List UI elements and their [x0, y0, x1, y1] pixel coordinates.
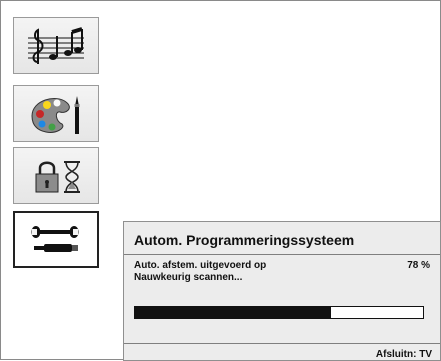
- footer-divider: [124, 343, 440, 344]
- scan-progress-bar: [134, 306, 424, 319]
- auto-programming-dialog: Autom. Programmeringssysteem Auto. afste…: [123, 221, 441, 361]
- wrench-screwdriver-icon: [26, 220, 86, 260]
- lock-timer-icon: [26, 156, 86, 196]
- dialog-title: Autom. Programmeringssysteem: [134, 232, 355, 248]
- sidebar-item-features[interactable]: [13, 147, 99, 204]
- sidebar-item-sound[interactable]: [13, 17, 99, 74]
- osd-frame: Autom. Programmeringssysteem Auto. afste…: [0, 0, 441, 361]
- scan-status-text: Auto. afstem. uitgevoerd op: [134, 260, 267, 271]
- scan-mode-text: Nauwkeurig scannen...: [134, 272, 243, 283]
- settings-sidebar: [13, 17, 103, 277]
- progress-fill: [135, 307, 331, 318]
- progress-percent: 78 %: [407, 260, 430, 271]
- paint-palette-icon: [26, 92, 86, 136]
- music-notes-icon: [26, 26, 86, 66]
- sidebar-item-installation[interactable]: [13, 211, 99, 268]
- title-divider: [124, 254, 440, 255]
- exit-hint: Afsluitn: TV: [375, 349, 432, 360]
- sidebar-item-picture[interactable]: [13, 85, 99, 142]
